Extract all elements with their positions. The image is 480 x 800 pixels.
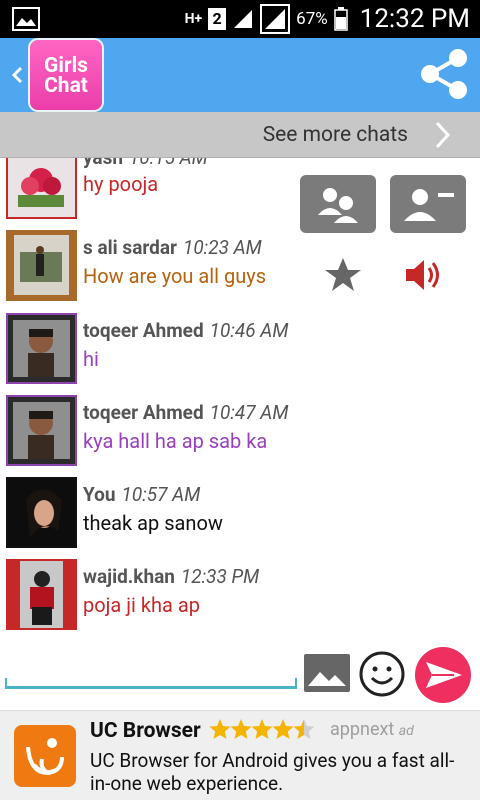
rating-star: [209, 719, 231, 739]
avatar[interactable]: [6, 559, 77, 630]
group-users-icon: [318, 188, 358, 223]
emoji-icon[interactable]: [358, 650, 406, 698]
message-row[interactable]: toqeer Ahmed 10:46 AM hi: [0, 313, 480, 395]
message-meta: wajid.khan 12:33 PM: [83, 565, 259, 588]
sender-name: toqeer Ahmed: [83, 401, 204, 424]
battery-percent: 67%: [296, 9, 328, 29]
message-text: poja ji kha ap: [83, 593, 200, 617]
see-more-chats-bar[interactable]: See more chats: [0, 112, 480, 158]
signal-icon: [234, 10, 253, 28]
uc-browser-logo: [14, 725, 76, 787]
message-meta: toqeer Ahmed 10:46 AM: [83, 319, 288, 342]
message-meta: You 10:57 AM: [83, 483, 200, 506]
ad-brand: appnext ad: [330, 719, 414, 740]
sim-badge: 2: [208, 8, 227, 30]
message-time: 10:46 AM: [209, 319, 289, 342]
message-text: hy pooja: [83, 172, 159, 196]
rating-star: [272, 719, 294, 739]
image-attach-icon[interactable]: [302, 652, 352, 694]
rating-star: [293, 719, 315, 739]
share-icon[interactable]: [418, 46, 470, 102]
rating-stars-icon: [209, 719, 315, 739]
remove-user-button[interactable]: [390, 175, 466, 233]
group-users-button[interactable]: [300, 175, 376, 233]
avatar[interactable]: [6, 477, 77, 548]
message-meta: s ali sardar 10:23 AM: [83, 236, 262, 259]
message-meta: yash 10:15 AM: [83, 158, 208, 169]
send-button[interactable]: [414, 646, 472, 704]
star-icon[interactable]: [323, 256, 363, 294]
ad-description: UC Browser for Android gives you a fast …: [90, 749, 455, 795]
message-row[interactable]: toqeer Ahmed 10:47 AM kya hall ha ap sab …: [0, 395, 480, 477]
see-more-chats-label: See more chats: [262, 123, 408, 147]
avatar[interactable]: [6, 158, 77, 219]
avatar[interactable]: [6, 313, 77, 384]
speaker-icon[interactable]: [402, 254, 444, 296]
message-meta: toqeer Ahmed 10:47 AM: [83, 401, 288, 424]
message-row[interactable]: You 10:57 AM theak ap sanow: [0, 477, 480, 559]
chevron-right-icon: [435, 121, 451, 149]
message-time: 10:23 AM: [182, 236, 262, 259]
avatar[interactable]: [6, 395, 77, 466]
status-bar: H+ 2 67% 12:32 PM: [0, 0, 480, 38]
image-notification-icon: [12, 7, 40, 31]
ad-banner[interactable]: UC Browser appnext ad UC Browser for And…: [0, 710, 480, 800]
app-logo: Girls Chat: [30, 40, 102, 110]
network-type-label: H+: [184, 11, 203, 27]
ad-label: ad: [398, 723, 414, 739]
logo-line-1: Girls: [44, 54, 88, 78]
remove-user-icon: [404, 189, 454, 221]
message-time: 10:15 AM: [129, 158, 208, 169]
message-input-underline: [5, 678, 297, 689]
sender-name: You: [83, 483, 116, 506]
signal-icon: [260, 4, 291, 34]
message-text: theak ap sanow: [83, 511, 223, 535]
sender-name: wajid.khan: [83, 565, 175, 588]
ad-brand-name: appnext: [330, 719, 395, 740]
battery-icon: [333, 7, 348, 31]
sender-name: s ali sardar: [83, 236, 177, 259]
message-time: 10:47 AM: [209, 401, 289, 424]
message-text: How are you all guys: [83, 264, 267, 288]
rating-star: [230, 719, 252, 739]
back-chevron-icon[interactable]: [6, 58, 26, 92]
clock: 12:32 PM: [359, 4, 470, 34]
rating-star: [251, 719, 273, 739]
message-row[interactable]: wajid.khan 12:33 PM poja ji kha ap: [0, 559, 480, 641]
sender-name: toqeer Ahmed: [83, 319, 204, 342]
ad-title: UC Browser: [90, 719, 201, 743]
avatar[interactable]: [6, 230, 77, 301]
message-text: hi: [83, 347, 99, 371]
logo-line-2: Chat: [44, 74, 88, 98]
message-input[interactable]: [8, 650, 294, 684]
message-time: 12:33 PM: [180, 565, 260, 588]
message-text: kya hall ha ap sab ka: [83, 429, 268, 453]
message-time: 10:57 AM: [121, 483, 201, 506]
sender-name: yash: [83, 158, 123, 169]
